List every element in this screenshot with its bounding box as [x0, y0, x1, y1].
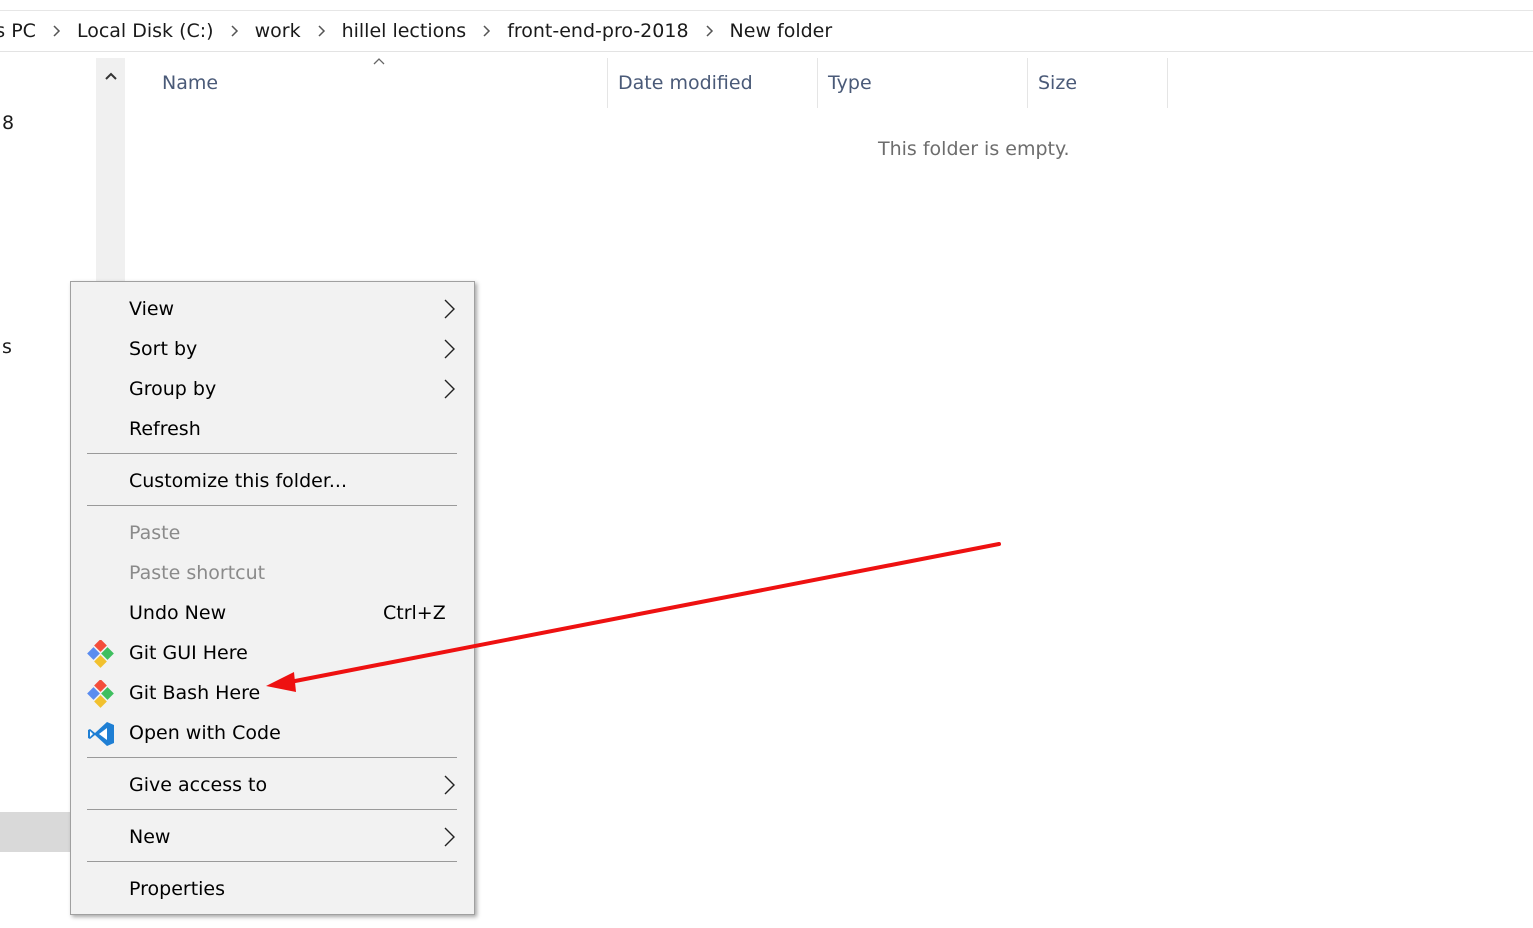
- column-divider[interactable]: [817, 58, 818, 108]
- shortcut-text: Ctrl+Z: [383, 602, 446, 624]
- column-header-name[interactable]: Name: [162, 58, 218, 108]
- chevron-right-icon[interactable]: [52, 25, 61, 37]
- menu-item-paste-shortcut[interactable]: Paste shortcut: [71, 553, 474, 593]
- breadcrumb-this-pc[interactable]: is PC: [0, 20, 38, 42]
- column-divider[interactable]: [1027, 58, 1028, 108]
- breadcrumb-front-end-pro-2018[interactable]: front-end-pro-2018: [505, 20, 690, 42]
- menu-item-paste[interactable]: Paste: [71, 513, 474, 553]
- column-header-type[interactable]: Type: [828, 58, 872, 108]
- nav-scrollbar[interactable]: [96, 58, 125, 288]
- column-header-date-modified[interactable]: Date modified: [618, 58, 753, 108]
- sort-ascending-icon: [373, 58, 385, 65]
- git-icon: [87, 680, 114, 708]
- menu-item-view[interactable]: View: [71, 289, 474, 329]
- nav-item[interactable]: 8: [2, 112, 14, 134]
- menu-item-label: Group by: [129, 378, 217, 400]
- menu-item-label: Git GUI Here: [129, 642, 248, 664]
- column-divider[interactable]: [1167, 58, 1168, 108]
- vscode-icon: [88, 722, 114, 746]
- menu-item-label: Give access to: [129, 774, 268, 796]
- git-icon: [87, 640, 114, 668]
- menu-separator: [87, 757, 457, 758]
- breadcrumb-hillel-lections[interactable]: hillel lections: [340, 20, 469, 42]
- menu-separator: [87, 453, 457, 454]
- empty-folder-message: This folder is empty.: [878, 138, 1070, 160]
- menu-item-git-gui-here[interactable]: Git GUI Here: [71, 633, 474, 673]
- column-headers: Name Date modified Type Size: [130, 58, 1170, 108]
- column-header-size[interactable]: Size: [1038, 58, 1077, 108]
- breadcrumb-work[interactable]: work: [253, 20, 303, 42]
- chevron-right-icon[interactable]: [482, 25, 491, 37]
- submenu-arrow-icon: [444, 379, 455, 399]
- menu-item-label: View: [129, 298, 175, 320]
- nav-item[interactable]: s: [2, 336, 12, 358]
- menu-item-refresh[interactable]: Refresh: [71, 409, 474, 449]
- menu-item-label: New: [129, 826, 171, 848]
- breadcrumb-local-disk[interactable]: Local Disk (C:): [75, 20, 216, 42]
- context-menu: View Sort by Group by Refresh Customize …: [70, 281, 475, 915]
- menu-item-properties[interactable]: Properties: [71, 869, 474, 909]
- scroll-up-icon[interactable]: [96, 64, 125, 88]
- menu-item-give-access-to[interactable]: Give access to: [71, 765, 474, 805]
- menu-item-open-with-code[interactable]: Open with Code: [71, 713, 474, 753]
- menu-item-label: Customize this folder...: [129, 470, 348, 492]
- submenu-arrow-icon: [444, 775, 455, 795]
- title-strip: [0, 0, 1533, 11]
- address-bar[interactable]: is PC Local Disk (C:) work hillel lectio…: [0, 11, 1533, 52]
- menu-item-undo-new[interactable]: Undo New Ctrl+Z: [71, 593, 474, 633]
- menu-item-label: Sort by: [129, 338, 198, 360]
- chevron-right-icon[interactable]: [317, 25, 326, 37]
- menu-item-label: Refresh: [129, 418, 201, 440]
- menu-item-label: Git Bash Here: [129, 682, 261, 704]
- menu-item-new[interactable]: New: [71, 817, 474, 857]
- menu-separator: [87, 505, 457, 506]
- menu-item-group-by[interactable]: Group by: [71, 369, 474, 409]
- menu-item-label: Undo New: [129, 602, 227, 624]
- chevron-right-icon[interactable]: [705, 25, 714, 37]
- menu-item-label: Paste shortcut: [129, 562, 266, 584]
- submenu-arrow-icon: [444, 827, 455, 847]
- submenu-arrow-icon: [444, 339, 455, 359]
- menu-item-git-bash-here[interactable]: Git Bash Here: [71, 673, 474, 713]
- chevron-right-icon[interactable]: [230, 25, 239, 37]
- menu-separator: [87, 809, 457, 810]
- nav-selected-item[interactable]: [0, 812, 72, 852]
- breadcrumb-new-folder[interactable]: New folder: [728, 20, 835, 42]
- menu-item-label: Paste: [129, 522, 181, 544]
- menu-item-label: Properties: [129, 878, 226, 900]
- menu-item-sort-by[interactable]: Sort by: [71, 329, 474, 369]
- submenu-arrow-icon: [444, 299, 455, 319]
- column-divider[interactable]: [607, 58, 608, 108]
- menu-separator: [87, 861, 457, 862]
- menu-item-label: Open with Code: [129, 722, 281, 744]
- menu-item-customize-folder[interactable]: Customize this folder...: [71, 461, 474, 501]
